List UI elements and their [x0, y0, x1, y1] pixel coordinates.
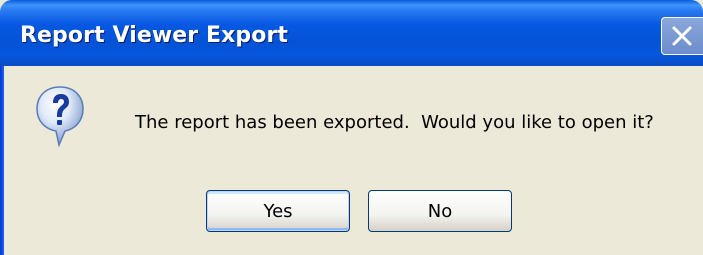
question-icon	[36, 86, 84, 148]
dialog-body	[0, 66, 703, 255]
window-border	[0, 66, 4, 255]
dialog-window: Report Viewer Export The report has been…	[0, 0, 703, 255]
no-button[interactable]: No	[368, 190, 512, 232]
dialog-message: The report has been exported. Would you …	[135, 112, 654, 133]
close-button[interactable]	[661, 17, 703, 55]
title-bar[interactable]: Report Viewer Export	[0, 0, 703, 66]
yes-button[interactable]: Yes	[206, 190, 350, 232]
close-icon	[672, 26, 692, 46]
dialog-title: Report Viewer Export	[20, 23, 289, 48]
